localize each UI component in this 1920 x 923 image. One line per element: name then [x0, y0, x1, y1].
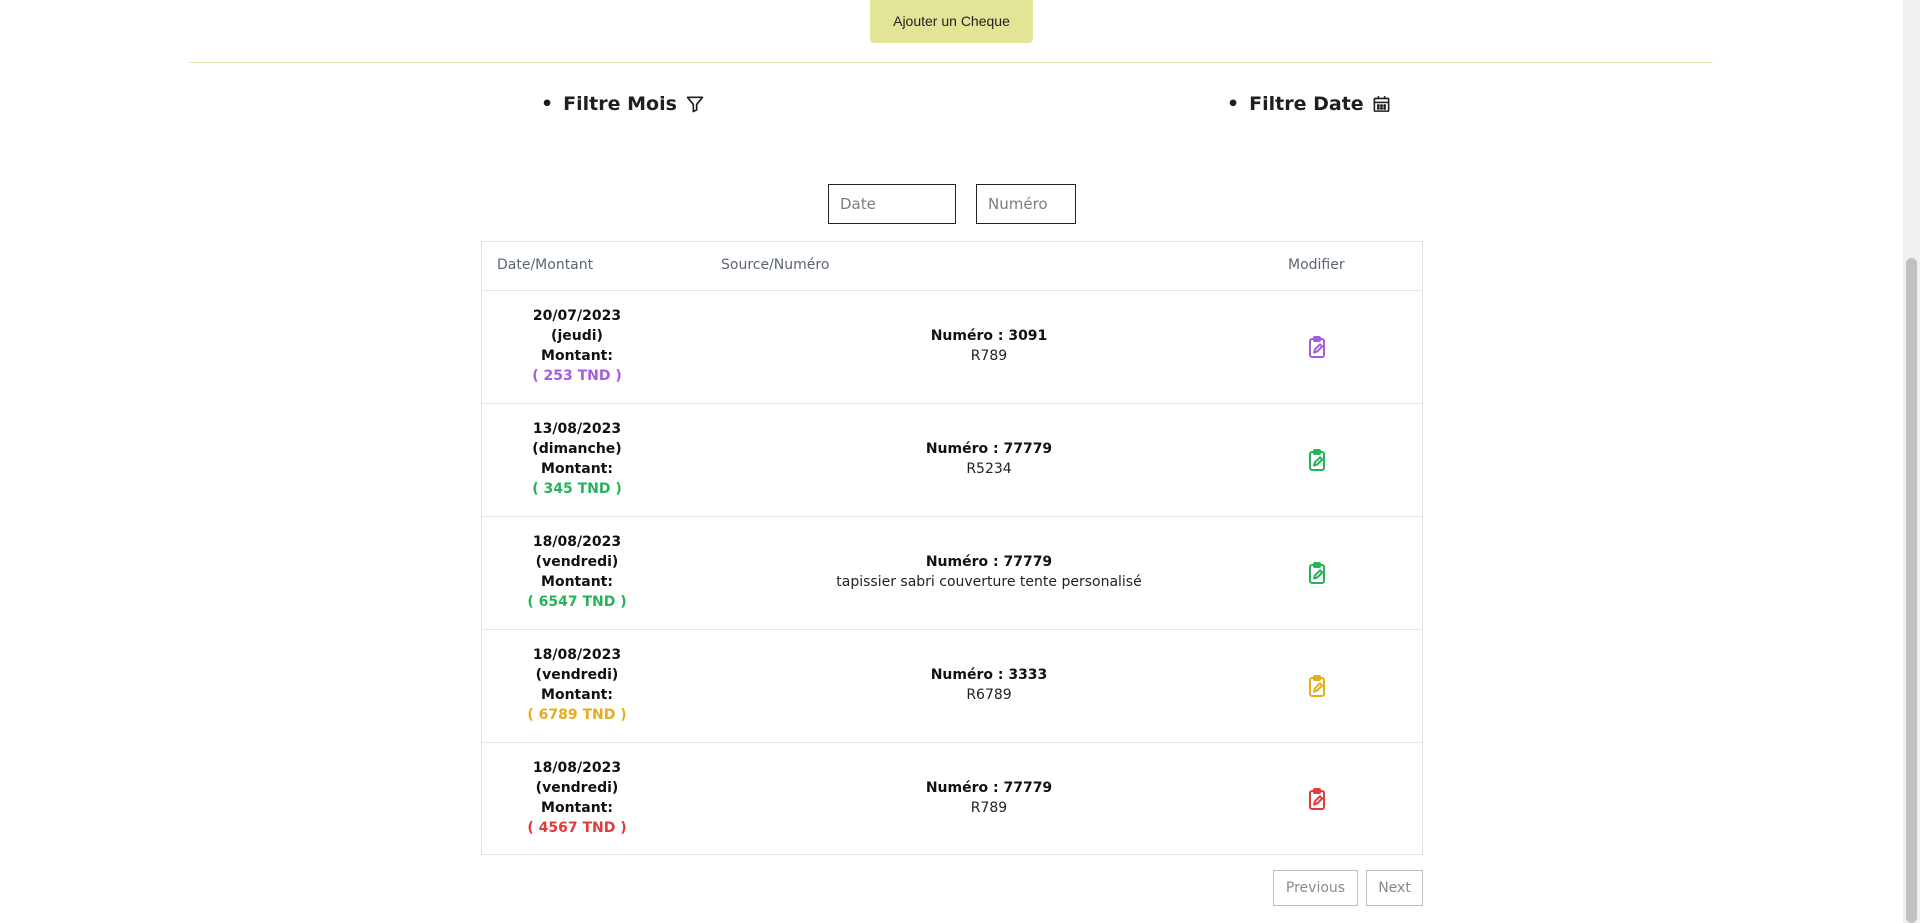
source-numero-cell: Numéro : 77779 R5234	[682, 439, 1296, 479]
bullet: •	[541, 93, 554, 115]
date-montant-cell: 20/07/2023 (jeudi) Montant: ( 253 TND )	[502, 306, 652, 386]
row-date: 18/08/2023	[532, 534, 622, 550]
row-amount: ( 6789 TND )	[527, 707, 627, 723]
row-numero: Numéro : 77779	[925, 780, 1053, 796]
numero-search-input[interactable]	[976, 184, 1076, 224]
row-numero: Numéro : 77779	[925, 441, 1053, 457]
clipboard-edit-icon[interactable]	[1305, 787, 1329, 811]
filter-month[interactable]: • Filtre Mois	[541, 93, 705, 115]
date-search-input[interactable]	[828, 184, 956, 224]
table-header: Date/Montant Source/Numéro Modifier	[482, 242, 1422, 291]
date-montant-cell: 18/08/2023 (vendredi) Montant: ( 4567 TN…	[502, 758, 652, 838]
calendar-icon[interactable]	[1372, 94, 1391, 114]
row-numero: Numéro : 77779	[925, 554, 1053, 570]
row-day: (jeudi)	[551, 328, 603, 344]
row-day: (vendredi)	[535, 667, 619, 683]
clipboard-edit-icon[interactable]	[1305, 561, 1329, 585]
source-numero-cell: Numéro : 3333 R6789	[682, 665, 1296, 705]
row-amount: ( 4567 TND )	[527, 820, 627, 836]
divider	[189, 62, 1713, 63]
table-row: 18/08/2023 (vendredi) Montant: ( 6789 TN…	[482, 630, 1422, 743]
table-row: 20/07/2023 (jeudi) Montant: ( 253 TND ) …	[482, 291, 1422, 404]
table-row: 18/08/2023 (vendredi) Montant: ( 4567 TN…	[482, 743, 1422, 855]
previous-button[interactable]: Previous	[1273, 870, 1358, 906]
source-numero-cell: Numéro : 77779 R789	[682, 778, 1296, 818]
row-date: 20/07/2023	[532, 308, 622, 324]
table-row: 18/08/2023 (vendredi) Montant: ( 6547 TN…	[482, 517, 1422, 630]
row-date: 18/08/2023	[532, 760, 622, 776]
clipboard-edit-icon[interactable]	[1305, 674, 1329, 698]
row-montant-label: Montant:	[541, 574, 613, 590]
scrollbar-thumb[interactable]	[1906, 258, 1917, 923]
header-modifier: Modifier	[1288, 257, 1345, 273]
filter-date-label: Filtre Date	[1249, 93, 1364, 115]
row-day: (vendredi)	[535, 554, 619, 570]
date-montant-cell: 13/08/2023 (dimanche) Montant: ( 345 TND…	[502, 419, 652, 499]
cheques-table: Date/Montant Source/Numéro Modifier 20/0…	[481, 241, 1423, 855]
row-montant-label: Montant:	[541, 800, 613, 816]
filter-month-label: Filtre Mois	[563, 93, 677, 115]
scrollbar[interactable]	[1903, 0, 1920, 923]
add-cheque-button[interactable]: Ajouter un Cheque	[870, 0, 1033, 43]
row-source: R789	[970, 800, 1008, 816]
row-amount: ( 6547 TND )	[527, 594, 627, 610]
source-numero-cell: Numéro : 77779 tapissier sabri couvertur…	[682, 552, 1296, 592]
clipboard-edit-icon[interactable]	[1305, 335, 1329, 359]
row-source: R6789	[966, 687, 1012, 703]
filter-icon[interactable]	[685, 94, 705, 114]
row-day: (vendredi)	[535, 780, 619, 796]
row-source: tapissier sabri couverture tente persona…	[836, 574, 1142, 590]
row-day: (dimanche)	[532, 441, 622, 457]
row-source: R789	[970, 348, 1008, 364]
row-date: 13/08/2023	[532, 421, 622, 437]
row-source: R5234	[966, 461, 1012, 477]
row-numero: Numéro : 3091	[930, 328, 1048, 344]
header-date-montant: Date/Montant	[497, 257, 594, 273]
filter-date[interactable]: • Filtre Date	[1227, 93, 1391, 115]
source-numero-cell: Numéro : 3091 R789	[682, 326, 1296, 366]
table-row: 13/08/2023 (dimanche) Montant: ( 345 TND…	[482, 404, 1422, 517]
date-montant-cell: 18/08/2023 (vendredi) Montant: ( 6547 TN…	[502, 532, 652, 612]
bullet: •	[1227, 93, 1240, 115]
header-source-numero: Source/Numéro	[721, 257, 830, 273]
row-amount: ( 345 TND )	[532, 481, 622, 497]
date-montant-cell: 18/08/2023 (vendredi) Montant: ( 6789 TN…	[502, 645, 652, 725]
row-montant-label: Montant:	[541, 348, 613, 364]
row-numero: Numéro : 3333	[930, 667, 1048, 683]
row-montant-label: Montant:	[541, 687, 613, 703]
clipboard-edit-icon[interactable]	[1305, 448, 1329, 472]
row-montant-label: Montant:	[541, 461, 613, 477]
row-amount: ( 253 TND )	[532, 368, 622, 384]
next-button[interactable]: Next	[1366, 870, 1423, 906]
row-date: 18/08/2023	[532, 647, 622, 663]
